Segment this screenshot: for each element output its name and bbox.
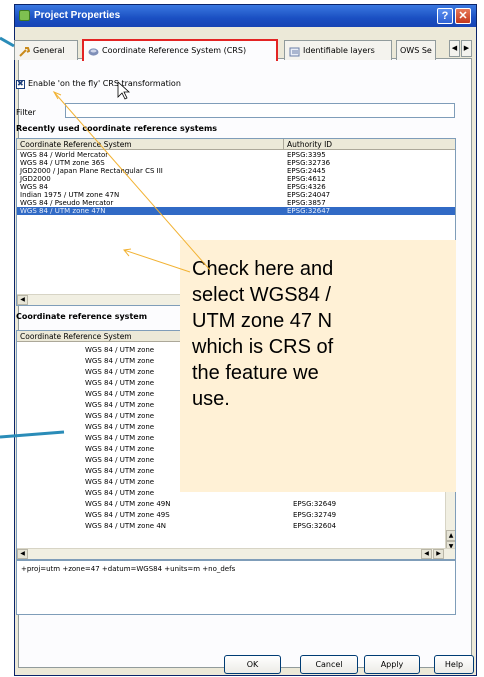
column-header-crs[interactable]: Coordinate Reference System xyxy=(20,140,132,149)
table-row[interactable]: WGS 84 / UTM zone 49N EPSG:32649 xyxy=(17,499,455,510)
crs-name-cell: WGS 84 / UTM zone xyxy=(85,346,155,354)
callout-line: select WGS84 / xyxy=(192,284,331,306)
callout-line: Check here and xyxy=(192,258,334,280)
authority-id-cell: EPSG:32649 xyxy=(293,500,337,508)
crs-list-heading: Coordinate reference system xyxy=(16,312,148,321)
crs-name-cell: WGS 84 / Pseudo Mercator xyxy=(20,199,114,207)
scroll-left-arrow-2[interactable]: ◀ xyxy=(421,549,432,559)
table-row[interactable]: WGS 84 / UTM zone 47N EPSG:32647 xyxy=(17,207,455,215)
help-button[interactable]: Help xyxy=(434,655,474,674)
crs-name-cell: WGS 84 / UTM zone 36S xyxy=(20,159,105,167)
authority-id-cell: EPSG:3395 xyxy=(287,151,326,159)
recent-list-header: Coordinate Reference System Authority ID xyxy=(17,139,455,150)
table-row[interactable]: WGS 84 / UTM zone 49S EPSG:32749 xyxy=(17,510,455,521)
table-row[interactable]: WGS 84 / UTM zone 4N EPSG:32604 xyxy=(17,521,455,532)
authority-id-cell: EPSG:32647 xyxy=(287,207,331,215)
tab-crs[interactable]: Coordinate Reference System (CRS) xyxy=(82,39,278,61)
crs-name-cell: WGS 84 / UTM zone xyxy=(85,368,155,376)
window-title: Project Properties xyxy=(34,10,121,21)
instruction-callout: Check here and select WGS84 / UTM zone 4… xyxy=(180,240,456,492)
recent-crs-heading: Recently used coordinate reference syste… xyxy=(16,124,218,133)
authority-id-cell: EPSG:4612 xyxy=(287,175,326,183)
pointer-left-tab-arrow xyxy=(0,36,15,48)
column-header-authority-id[interactable]: Authority ID xyxy=(287,140,332,149)
title-bar: Project Properties ? ✕ xyxy=(15,5,476,27)
column-divider[interactable] xyxy=(283,139,284,150)
table-row[interactable]: JGD2000 EPSG:4612 xyxy=(17,175,455,183)
crs-name-cell: WGS 84 / UTM zone xyxy=(85,423,155,431)
cancel-button[interactable]: Cancel xyxy=(300,655,358,674)
otf-checkbox-label: Enable 'on the fly' CRS transformation xyxy=(28,79,181,88)
crs-name-cell: WGS 84 / UTM zone xyxy=(85,379,155,387)
tab-general[interactable]: General xyxy=(14,40,78,60)
tab-identifiable-label: Identifiable layers xyxy=(303,46,375,55)
crs-name-cell: WGS 84 / UTM zone xyxy=(85,357,155,365)
filter-input[interactable] xyxy=(65,103,455,118)
wrench-icon xyxy=(19,45,31,57)
crs-name-cell: WGS 84 / UTM zone 49S xyxy=(85,511,170,519)
authority-id-cell: EPSG:32749 xyxy=(293,511,337,519)
table-row[interactable]: WGS 84 / UTM zone 36S EPSG:32736 xyxy=(17,159,455,167)
close-button[interactable]: ✕ xyxy=(455,8,471,24)
crs-horizontal-scrollbar[interactable]: ◀ ◀ ▶ xyxy=(17,548,455,559)
filter-label: Filter xyxy=(16,108,36,117)
authority-id-cell: EPSG:32604 xyxy=(293,522,337,530)
tab-ows-server[interactable]: OWS Se xyxy=(396,40,436,60)
crs-name-cell: WGS 84 / UTM zone 4N xyxy=(85,522,167,530)
otf-checkbox[interactable] xyxy=(16,79,25,89)
crs-name-cell: WGS 84 xyxy=(20,183,48,191)
crs-name-cell: Indian 1975 / UTM zone 47N xyxy=(20,191,120,199)
crs-name-cell: JGD2000 xyxy=(20,175,51,183)
apply-button[interactable]: Apply xyxy=(364,655,420,674)
crs-name-cell: WGS 84 / UTM zone xyxy=(85,467,155,475)
scroll-right-arrow[interactable]: ▶ xyxy=(433,549,444,559)
proj-definition-text: +proj=utm +zone=47 +datum=WGS84 +units=m… xyxy=(21,565,236,573)
crs-name-cell: WGS 84 / World Mercator xyxy=(20,151,109,159)
crs-name-cell: JGD2000 / Japan Plane Rectangular CS III xyxy=(20,167,163,175)
crs-name-cell: WGS 84 / UTM zone xyxy=(85,390,155,398)
authority-id-cell: EPSG:24047 xyxy=(287,191,331,199)
tab-scroll-right-button[interactable]: ▶ xyxy=(461,40,472,57)
help-titlebar-button[interactable]: ? xyxy=(437,8,453,24)
crs-name-cell: WGS 84 / UTM zone xyxy=(85,478,155,486)
layers-icon xyxy=(289,45,300,57)
authority-id-cell: EPSG:3857 xyxy=(287,199,326,207)
proj-definition-box[interactable]: +proj=utm +zone=47 +datum=WGS84 +units=m… xyxy=(16,560,456,615)
tab-crs-label: Coordinate Reference System (CRS) xyxy=(102,46,247,55)
tab-ows-label: OWS Se xyxy=(400,46,432,55)
crs-name-cell: WGS 84 / UTM zone 47N xyxy=(20,207,106,215)
table-row[interactable]: JGD2000 / Japan Plane Rectangular CS III… xyxy=(17,167,455,175)
tab-general-label: General xyxy=(33,46,65,55)
crs-name-cell: WGS 84 / UTM zone xyxy=(85,445,155,453)
scroll-left-arrow[interactable]: ◀ xyxy=(17,295,28,305)
scroll-up-arrow[interactable]: ▲ xyxy=(446,530,455,541)
table-row[interactable]: WGS 84 EPSG:4326 xyxy=(17,183,455,191)
callout-line: the feature we xyxy=(192,362,319,384)
ok-button[interactable]: OK xyxy=(224,655,281,674)
qgis-logo-icon xyxy=(19,10,30,21)
authority-id-cell: EPSG:2445 xyxy=(287,167,326,175)
crs-name-cell: WGS 84 / UTM zone xyxy=(85,489,155,497)
crs-name-cell: WGS 84 / UTM zone xyxy=(85,456,155,464)
column-header-crs[interactable]: Coordinate Reference System xyxy=(20,332,132,341)
authority-id-cell: EPSG:4326 xyxy=(287,183,326,191)
table-row[interactable]: WGS 84 / World Mercator EPSG:3395 xyxy=(17,151,455,159)
table-row[interactable]: Indian 1975 / UTM zone 47N EPSG:24047 xyxy=(17,191,455,199)
crs-name-cell: WGS 84 / UTM zone xyxy=(85,401,155,409)
crs-name-cell: WGS 84 / UTM zone 49N xyxy=(85,500,171,508)
callout-line: which is CRS of xyxy=(192,336,334,358)
scroll-left-arrow[interactable]: ◀ xyxy=(17,549,28,559)
authority-id-cell: EPSG:32736 xyxy=(287,159,331,167)
table-row[interactable]: WGS 84 / Pseudo Mercator EPSG:3857 xyxy=(17,199,455,207)
tab-scroll-left-button[interactable]: ◀ xyxy=(449,40,460,57)
tab-identifiable-layers[interactable]: Identifiable layers xyxy=(284,40,392,60)
crs-name-cell: WGS 84 / UTM zone xyxy=(85,434,155,442)
callout-line: UTM zone 47 N xyxy=(192,310,333,332)
crs-name-cell: WGS 84 / UTM zone xyxy=(85,412,155,420)
globe-icon xyxy=(88,45,99,56)
callout-line: use. xyxy=(192,388,230,410)
